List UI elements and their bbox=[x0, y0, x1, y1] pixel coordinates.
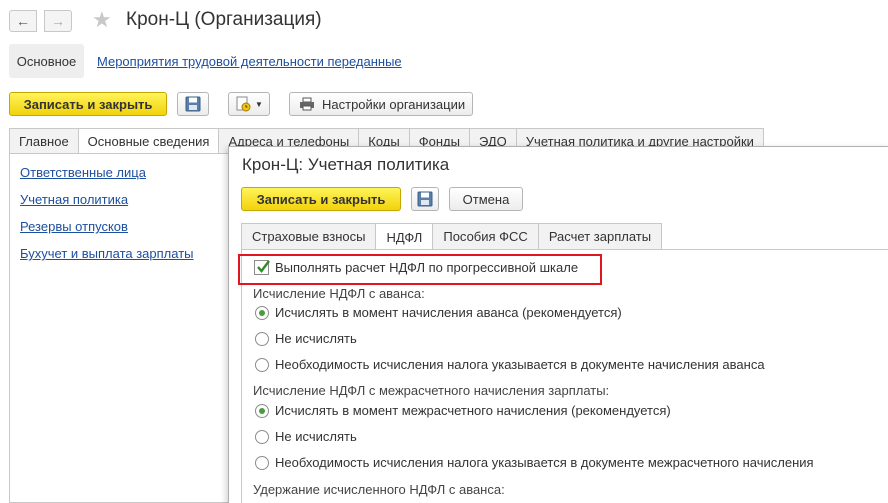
sidebar-link-responsible[interactable]: Ответственные лица bbox=[20, 165, 146, 180]
advance-option-calculate-label: Исчислять в момент начисления аванса (ре… bbox=[275, 305, 622, 320]
interim-option-none-radio[interactable] bbox=[255, 430, 269, 444]
save-and-close-button[interactable]: Записать и закрыть bbox=[9, 92, 167, 116]
document-clock-icon bbox=[236, 96, 251, 112]
organization-settings-label: Настройки организации bbox=[322, 96, 466, 112]
favorite-star-icon[interactable]: ★ bbox=[92, 8, 112, 32]
floppy-disk-icon bbox=[185, 96, 201, 112]
tab-main[interactable]: Главное bbox=[9, 128, 79, 153]
interim-section-label: Исчисление НДФЛ с межрасчетного начислен… bbox=[253, 383, 610, 398]
tab-ndfl[interactable]: НДФЛ bbox=[375, 223, 434, 250]
form-nav-link-activities[interactable]: Мероприятия трудовой деятельности переда… bbox=[97, 54, 402, 69]
form-nav-main[interactable]: Основное bbox=[9, 44, 84, 78]
tab-basic-info[interactable]: Основные сведения bbox=[77, 128, 220, 154]
interim-option-calculate-label: Исчислять в момент межрасчетного начисле… bbox=[275, 403, 671, 418]
organization-settings-button[interactable]: Настройки организации bbox=[289, 92, 473, 116]
progressive-scale-checkbox[interactable] bbox=[254, 260, 270, 275]
chevron-down-icon: ▼ bbox=[255, 99, 263, 109]
dialog-cancel-button[interactable]: Отмена bbox=[449, 187, 523, 211]
interim-option-calculate-radio[interactable] bbox=[255, 404, 269, 418]
dialog-save-button[interactable] bbox=[411, 187, 439, 211]
advance-option-none-label: Не исчислять bbox=[275, 331, 357, 346]
tab-insurance-contributions[interactable]: Страховые взносы bbox=[241, 223, 377, 249]
back-button[interactable]: ← bbox=[9, 10, 37, 32]
advance-option-calculate-radio[interactable] bbox=[255, 306, 269, 320]
checkmark-icon bbox=[257, 260, 270, 273]
window-title: Крон-Ц (Организация) bbox=[126, 9, 322, 30]
document-menu-button[interactable]: ▼ bbox=[228, 92, 270, 116]
forward-button[interactable]: → bbox=[44, 10, 72, 32]
sidebar-link-salary-payment[interactable]: Бухучет и выплата зарплаты bbox=[20, 246, 194, 261]
floppy-disk-icon bbox=[417, 191, 433, 207]
dialog-save-and-close-button[interactable]: Записать и закрыть bbox=[241, 187, 401, 211]
advance-option-document-label: Необходимость исчисления налога указывае… bbox=[275, 357, 765, 372]
printer-icon bbox=[300, 97, 314, 111]
dialog-title: Крон-Ц: Учетная политика bbox=[242, 155, 450, 174]
sidebar-link-vacation-reserves[interactable]: Резервы отпусков bbox=[20, 219, 128, 234]
advance-option-document-radio[interactable] bbox=[255, 358, 269, 372]
dialog-tabs: Страховые взносы НДФЛ Пособия ФСС Расчет… bbox=[241, 223, 663, 250]
advance-option-none-radio[interactable] bbox=[255, 332, 269, 346]
tab-fss-benefits[interactable]: Пособия ФСС bbox=[432, 223, 539, 249]
sidebar-link-accounting-policy[interactable]: Учетная политика bbox=[20, 192, 128, 207]
tab-salary-calculation[interactable]: Расчет зарплаты bbox=[537, 223, 663, 249]
withholding-section-label: Удержание исчисленного НДФЛ с аванса: bbox=[253, 482, 505, 497]
accounting-policy-dialog: Крон-Ц: Учетная политика Записать и закр… bbox=[228, 146, 888, 503]
progressive-scale-label: Выполнять расчет НДФЛ по прогрессивной ш… bbox=[275, 260, 579, 275]
arrow-right-icon: → bbox=[51, 13, 65, 29]
interim-option-document-label: Необходимость исчисления налога указывае… bbox=[275, 455, 814, 470]
save-button[interactable] bbox=[177, 92, 209, 116]
arrow-left-icon: ← bbox=[16, 13, 30, 29]
interim-option-document-radio[interactable] bbox=[255, 456, 269, 470]
advance-section-label: Исчисление НДФЛ с аванса: bbox=[253, 286, 425, 301]
interim-option-none-label: Не исчислять bbox=[275, 429, 357, 444]
